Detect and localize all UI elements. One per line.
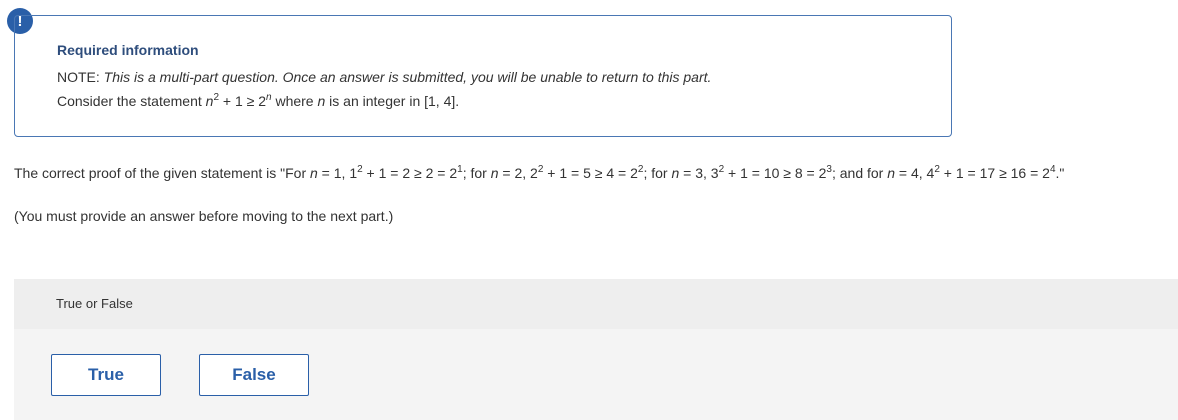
answer-body bbox=[14, 329, 1178, 420]
question-label-bar: True or False bbox=[14, 279, 1178, 329]
proof-text: = 1, 1 bbox=[317, 165, 358, 181]
proof-statement: The correct proof of the given statement… bbox=[14, 165, 1065, 182]
true-button[interactable]: True bbox=[51, 354, 161, 396]
consider-suffix: is an integer in [1, 4]. bbox=[329, 93, 460, 109]
var-n: n bbox=[317, 93, 326, 109]
proof-text: ; for bbox=[462, 165, 491, 181]
info-title: Required information bbox=[57, 42, 199, 58]
exponent: 2 bbox=[213, 92, 219, 103]
var-n: n bbox=[310, 165, 318, 181]
proof-text: ; and for bbox=[831, 165, 888, 181]
proof-text: + 1 = 2 ≥ 2 = 2 bbox=[362, 165, 458, 181]
proof-text: = 2, 2 bbox=[498, 165, 538, 181]
exponent-n: n bbox=[266, 92, 272, 103]
var-n: n bbox=[490, 165, 499, 181]
proof-text: + 1 = 17 ≥ 16 = 2 bbox=[939, 165, 1050, 181]
proof-text: ; for bbox=[643, 165, 672, 181]
question-label: True or False bbox=[56, 296, 133, 311]
instruction-text: (You must provide an answer before movin… bbox=[14, 208, 394, 224]
required-info-box: Required information NOTE: This is a mul… bbox=[14, 15, 952, 137]
inequality-text: + 1 ≥ 2 bbox=[222, 93, 266, 109]
consider-statement: Consider the statement n2 + 1 ≥ 2n where… bbox=[57, 92, 460, 110]
proof-text: ." bbox=[1055, 165, 1065, 181]
var-n: n bbox=[887, 165, 896, 181]
proof-text: + 1 = 5 ≥ 4 = 2 bbox=[543, 165, 638, 181]
answer-area: True or False True False bbox=[14, 279, 1178, 420]
note-body: This is a multi-part question. Once an a… bbox=[103, 69, 712, 85]
proof-text: = 3, 3 bbox=[679, 165, 719, 181]
note-text: NOTE: This is a multi-part question. Onc… bbox=[57, 69, 711, 85]
proof-text: + 1 = 10 ≥ 8 = 2 bbox=[724, 165, 827, 181]
consider-prefix: Consider the statement bbox=[57, 93, 202, 109]
note-label: NOTE: bbox=[57, 69, 100, 85]
proof-text: = 4, 4 bbox=[895, 165, 935, 181]
proof-text: The correct proof of the given statement… bbox=[14, 165, 310, 181]
where-text: where bbox=[275, 93, 314, 109]
false-button[interactable]: False bbox=[199, 354, 309, 396]
